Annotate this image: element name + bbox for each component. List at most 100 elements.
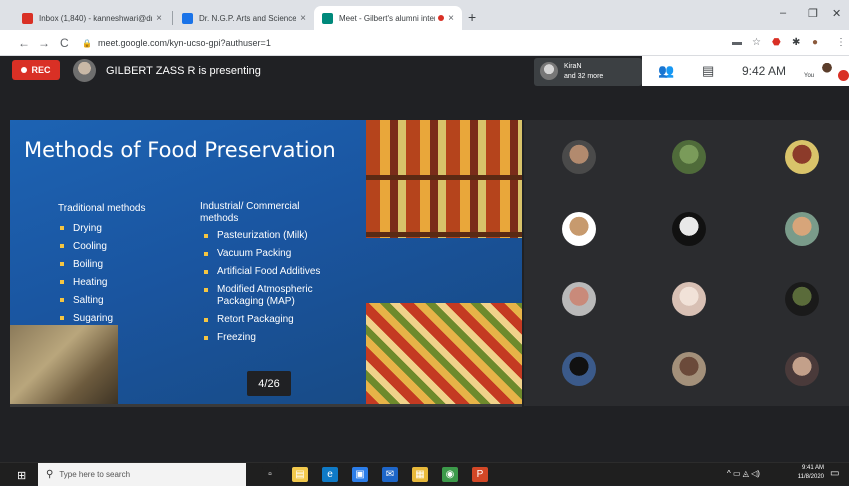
bullet-icon	[204, 318, 208, 322]
close-icon[interactable]: ×	[156, 13, 162, 24]
list-item: Vacuum Packing	[204, 248, 354, 260]
traditional-list: Drying Cooling Boiling Heating Salting S…	[60, 219, 113, 327]
tray-date: 11/8/2020	[797, 474, 824, 480]
bullet-icon	[204, 234, 208, 238]
participant-avatar[interactable]	[672, 140, 706, 174]
powerpoint-icon[interactable]: P	[472, 467, 488, 482]
back-button[interactable]: ←	[18, 36, 30, 50]
meeting-clock: 9:42 AM	[742, 64, 787, 78]
store-icon[interactable]: ▣	[352, 467, 368, 482]
participant-avatar[interactable]	[785, 140, 819, 174]
participant-avatar[interactable]	[562, 282, 596, 316]
browser-tab-strip: Inbox (1,840) - kanneshwari@dr × Dr. N.G…	[0, 0, 849, 30]
meet-icon	[322, 12, 333, 24]
tray-time: 9:41 AM	[801, 465, 824, 471]
bullet-icon	[204, 252, 208, 256]
close-window-button[interactable]: ✕	[832, 7, 841, 20]
tab-divider	[172, 11, 173, 25]
notification-icon[interactable]: ▭	[830, 468, 839, 479]
list-item: Pasteurization (Milk)	[204, 230, 354, 242]
preserved-jars-photo	[366, 120, 522, 238]
tab-meet[interactable]: Meet - Gilbert's alumni inter ×	[314, 6, 462, 30]
maximize-button[interactable]: ❐	[808, 7, 818, 20]
self-video-thumbnail[interactable]	[818, 60, 836, 82]
menu-dots-icon[interactable]: ⋮	[836, 37, 846, 48]
list-item: Freezing	[204, 332, 354, 344]
list-item: Retort Packaging	[204, 314, 354, 326]
star-icon[interactable]: ☆	[752, 37, 761, 48]
close-icon[interactable]: ×	[300, 13, 306, 24]
participant-avatar[interactable]	[672, 282, 706, 316]
minimize-button[interactable]: –	[780, 7, 786, 19]
new-tab-button[interactable]: +	[468, 9, 476, 25]
slide-counter: 4/26	[247, 371, 291, 396]
chat-icon[interactable]: ▤	[702, 63, 714, 79]
bullet-icon	[60, 298, 64, 302]
search-placeholder: Type here to search	[59, 470, 131, 479]
tab-title: Dr. N.G.P. Arts and Science Colle	[199, 13, 297, 23]
list-item: Salting	[60, 291, 113, 309]
tab-college[interactable]: Dr. N.G.P. Arts and Science Colle ×	[174, 6, 314, 30]
file-explorer-icon[interactable]: ▤	[292, 467, 308, 482]
participant-avatar[interactable]	[672, 212, 706, 246]
puzzle-icon[interactable]: ✱	[792, 37, 800, 48]
shelf	[366, 232, 522, 237]
windows-taskbar: ⊞ ⚲ Type here to search ▫ ▤ e ▣ ✉ ▦ ◉ P ^ ▭ ◬ ◁…	[0, 462, 849, 486]
tab-gmail[interactable]: Inbox (1,840) - kanneshwari@dr ×	[14, 6, 170, 30]
slide-title: Methods of Food Preservation	[24, 138, 336, 162]
rec-label: REC	[31, 65, 51, 75]
bullet-icon	[204, 336, 208, 340]
bullet-icon	[60, 262, 64, 266]
participant-avatar[interactable]	[562, 140, 596, 174]
participant-avatar[interactable]	[785, 352, 819, 386]
presentation-stage: Methods of Food Preservation Traditional…	[0, 86, 849, 448]
adblock-icon[interactable]: ⬣	[772, 37, 781, 48]
industrial-heading: Industrial/ Commercial methods	[200, 201, 300, 224]
edge-icon[interactable]: e	[322, 467, 338, 482]
participant-avatar[interactable]	[785, 282, 819, 316]
task-view-icon[interactable]: ▫	[262, 467, 278, 482]
bullet-icon	[204, 270, 208, 274]
mail-icon[interactable]: ✉	[382, 467, 398, 482]
dried-fruit-photo	[366, 303, 522, 405]
lock-icon: 🔒	[82, 38, 92, 48]
profile-icon[interactable]: ●	[812, 37, 818, 48]
bullet-icon	[204, 288, 208, 292]
recording-badge: REC	[12, 60, 60, 80]
participant-avatar[interactable]	[562, 212, 596, 246]
bullet-icon	[60, 244, 64, 248]
participant-more: and 32 more	[564, 73, 604, 80]
participant-avatar[interactable]	[562, 352, 596, 386]
list-item: Boiling	[60, 255, 113, 273]
presenter-avatar	[73, 59, 96, 82]
chrome-icon[interactable]: ◉	[442, 467, 458, 482]
system-tray-icons[interactable]: ^ ▭ ◬ ◁)	[727, 469, 760, 478]
forward-button[interactable]: →	[38, 36, 50, 50]
taskbar-search-input[interactable]: ⚲ Type here to search	[38, 463, 246, 486]
bullet-icon	[60, 226, 64, 230]
participant-avatar[interactable]	[785, 212, 819, 246]
list-item: Modified Atmospheric Packaging (MAP)	[204, 284, 354, 308]
list-item: Drying	[60, 219, 113, 237]
self-label: You	[804, 73, 815, 79]
address-bar[interactable]: 🔒 meet.google.com/kyn-ucso-gpi?authuser=…	[82, 34, 722, 52]
browser-toolbar: ← → C 🔒 meet.google.com/kyn-ucso-gpi?aut…	[0, 30, 849, 56]
file-manager-icon[interactable]: ▦	[412, 467, 428, 482]
presenting-text: GILBERT ZASS R is presenting	[106, 65, 261, 77]
avatar	[540, 62, 558, 80]
list-item: Heating	[60, 273, 113, 291]
people-icon[interactable]: 👥	[658, 63, 674, 79]
cast-icon[interactable]: ▬	[732, 37, 742, 48]
mic-muted-icon[interactable]	[838, 70, 849, 81]
site-favicon-icon	[182, 12, 193, 24]
windows-start-icon[interactable]: ⊞	[17, 469, 26, 482]
close-icon[interactable]: ×	[448, 13, 454, 24]
participant-name: KiraN	[564, 63, 582, 70]
participants-chip[interactable]: KiraN and 32 more	[534, 58, 642, 86]
slide-bottom-strip	[10, 404, 522, 407]
participants-grid	[524, 120, 849, 406]
participant-avatar[interactable]	[672, 352, 706, 386]
recording-dot-icon	[438, 15, 445, 21]
tray-clock[interactable]: 9:41 AM 11/8/2020	[794, 464, 824, 482]
reload-button[interactable]: C	[60, 36, 69, 50]
